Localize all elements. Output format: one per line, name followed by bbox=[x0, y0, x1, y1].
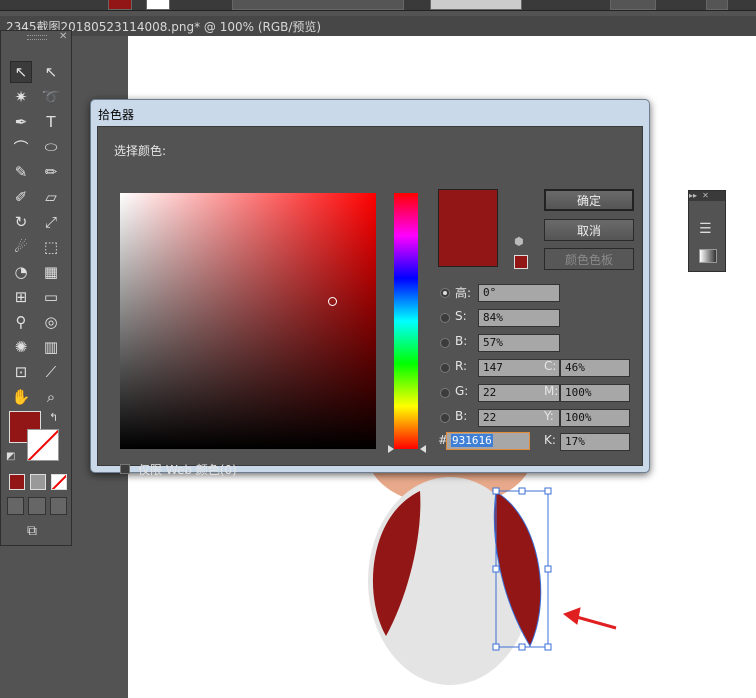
hue-field[interactable]: 0° bbox=[478, 284, 560, 302]
zoom-tool-icon[interactable]: ⌕ bbox=[40, 386, 62, 408]
document-tab[interactable]: 2345截图20180523114008.png* @ 100% (RGB/预览… bbox=[0, 16, 756, 36]
draw-normal-button[interactable] bbox=[7, 497, 25, 515]
draw-inside-button[interactable] bbox=[49, 497, 67, 515]
hand-tool-icon[interactable]: ✋ bbox=[10, 386, 32, 408]
panel-grip[interactable] bbox=[27, 35, 47, 40]
color-swatches-button[interactable]: 颜色色板 bbox=[544, 248, 634, 270]
style-field[interactable] bbox=[706, 0, 728, 10]
direct-selection-tool-icon[interactable]: ↖ bbox=[40, 61, 62, 83]
select-color-label: 选择颜色: bbox=[114, 144, 167, 158]
hue-label: 高: bbox=[455, 286, 472, 300]
selection-tool-icon[interactable]: ↖ bbox=[10, 61, 32, 83]
color-marker[interactable] bbox=[328, 297, 337, 306]
gradient-mode-button[interactable] bbox=[30, 474, 46, 490]
gamut-color-swatch[interactable] bbox=[514, 255, 528, 269]
artboard-tool-icon[interactable]: ⊡ bbox=[10, 361, 32, 383]
saturation-brightness-field[interactable] bbox=[120, 193, 376, 449]
hex-field[interactable]: 931616 bbox=[446, 432, 530, 450]
hue-slider-handle-left[interactable] bbox=[388, 445, 394, 453]
green-label: G: bbox=[455, 384, 469, 398]
collapsed-panel-dock: ▸▸ ✕ ☰ bbox=[688, 190, 726, 272]
eyedropper-tool-icon[interactable]: ⚲ bbox=[10, 311, 32, 333]
magenta-field[interactable]: 100% bbox=[560, 384, 630, 402]
red-radio[interactable] bbox=[440, 363, 450, 373]
drawing-modes bbox=[7, 497, 67, 515]
slice-tool-icon[interactable]: ⟋ bbox=[40, 361, 62, 383]
brightness-radio[interactable] bbox=[440, 338, 450, 348]
lasso-tool-icon[interactable]: ➰ bbox=[40, 86, 62, 108]
out-of-gamut-cube-icon[interactable]: ⬢ bbox=[514, 235, 524, 248]
gradient-tool-icon[interactable]: ▭ bbox=[40, 286, 62, 308]
none-mode-button[interactable] bbox=[51, 474, 67, 490]
hue-slider[interactable] bbox=[394, 193, 418, 449]
warp-tool-icon[interactable]: ☄ bbox=[10, 236, 32, 258]
arc-tool-icon[interactable]: ⌒ bbox=[10, 136, 32, 158]
black-field[interactable]: 17% bbox=[560, 433, 630, 451]
stroke-weight-field[interactable] bbox=[232, 0, 404, 10]
color-mode-button[interactable] bbox=[9, 474, 25, 490]
yellow-field[interactable]: 100% bbox=[560, 409, 630, 427]
green-radio[interactable] bbox=[440, 388, 450, 398]
stroke-color-swatch[interactable] bbox=[27, 429, 59, 461]
hex-value: 931616 bbox=[451, 434, 493, 447]
magenta-label: M: bbox=[544, 384, 559, 398]
web-colors-only-checkbox[interactable] bbox=[120, 464, 130, 474]
cyan-label: C: bbox=[544, 359, 557, 373]
free-transform-tool-icon[interactable]: ⬚ bbox=[40, 236, 62, 258]
paintbrush-tool-icon[interactable]: ✎ bbox=[10, 161, 32, 183]
hue-radio[interactable] bbox=[440, 288, 450, 298]
panel-dock-header[interactable]: ▸▸ ✕ bbox=[689, 191, 725, 201]
gradient-panel-icon[interactable] bbox=[699, 249, 717, 263]
color-picker-dialog: 拾色器 选择颜色: ⬢ 确定 取消 颜色色板 高: 0° S: 84% B: 5… bbox=[90, 99, 650, 477]
stroke-swatch-chip[interactable] bbox=[146, 0, 170, 10]
pen-tool-icon[interactable]: ✒ bbox=[10, 111, 32, 133]
panel-menu-icon[interactable]: ☰ bbox=[699, 221, 712, 237]
tools-panel: ✕ ↖ ↖ ✷ ➰ ✒ T ⌒ ⬭ ✎ ✏ ✐ ▱ ↻ ⤢ ☄ ⬚ ◔ ▦ ⊞ ▭ ⚲ ◎ ✺ ▥ ⊡ ⟋ ✋ ⌕ ↰ ◩ ⧉ bbox=[0, 30, 72, 546]
red-label: R: bbox=[455, 359, 468, 373]
perspective-grid-tool-icon[interactable]: ▦ bbox=[40, 261, 62, 283]
blend-tool-icon[interactable]: ◎ bbox=[40, 311, 62, 333]
brightness-field[interactable]: 57% bbox=[478, 334, 560, 352]
cyan-field[interactable]: 46% bbox=[560, 359, 630, 377]
type-tool-icon[interactable]: T bbox=[40, 111, 62, 133]
ellipse-tool-icon[interactable]: ⬭ bbox=[40, 136, 62, 158]
rotate-tool-icon[interactable]: ↻ bbox=[10, 211, 32, 233]
fill-swatch-chip[interactable] bbox=[108, 0, 132, 10]
default-fill-stroke-icon[interactable]: ◩ bbox=[6, 451, 15, 462]
shape-builder-tool-icon[interactable]: ◔ bbox=[10, 261, 32, 283]
brightness-label: B: bbox=[455, 334, 468, 348]
ok-button[interactable]: 确定 bbox=[544, 189, 634, 211]
annotation-arrow bbox=[562, 607, 617, 630]
pencil-tool-icon[interactable]: ✏ bbox=[40, 161, 62, 183]
eraser-tool-icon[interactable]: ▱ bbox=[40, 186, 62, 208]
screen-mode-icon[interactable]: ⧉ bbox=[27, 523, 37, 539]
control-bar bbox=[0, 0, 756, 11]
saturation-field[interactable]: 84% bbox=[478, 309, 560, 327]
column-graph-tool-icon[interactable]: ▥ bbox=[40, 336, 62, 358]
hue-slider-handle-right[interactable] bbox=[420, 445, 426, 453]
scale-tool-icon[interactable]: ⤢ bbox=[40, 211, 62, 233]
cancel-button[interactable]: 取消 bbox=[544, 219, 634, 241]
black-label: K: bbox=[544, 433, 556, 447]
swap-fill-stroke-icon[interactable]: ↰ bbox=[49, 411, 58, 424]
saturation-label: S: bbox=[455, 309, 467, 323]
dialog-title: 拾色器 bbox=[98, 108, 135, 122]
web-colors-only-label: 仅限 Web 颜色(0) bbox=[138, 463, 237, 477]
magic-wand-tool-icon[interactable]: ✷ bbox=[10, 86, 32, 108]
blue-radio[interactable] bbox=[440, 413, 450, 423]
draw-behind-button[interactable] bbox=[28, 497, 46, 515]
blob-brush-tool-icon[interactable]: ✐ bbox=[10, 186, 32, 208]
panel-collapse-icon[interactable]: ✕ bbox=[59, 31, 67, 42]
mesh-tool-icon[interactable]: ⊞ bbox=[10, 286, 32, 308]
yellow-label: Y: bbox=[544, 409, 554, 423]
blue-label: B: bbox=[455, 409, 468, 423]
symbol-sprayer-tool-icon[interactable]: ✺ bbox=[10, 336, 32, 358]
new-color-swatch bbox=[438, 189, 498, 267]
dialog-body: 选择颜色: ⬢ 确定 取消 颜色色板 高: 0° S: 84% B: 57% R… bbox=[97, 126, 643, 477]
opacity-field[interactable] bbox=[610, 0, 656, 10]
brush-definition-field[interactable] bbox=[430, 0, 522, 10]
saturation-radio[interactable] bbox=[440, 313, 450, 323]
